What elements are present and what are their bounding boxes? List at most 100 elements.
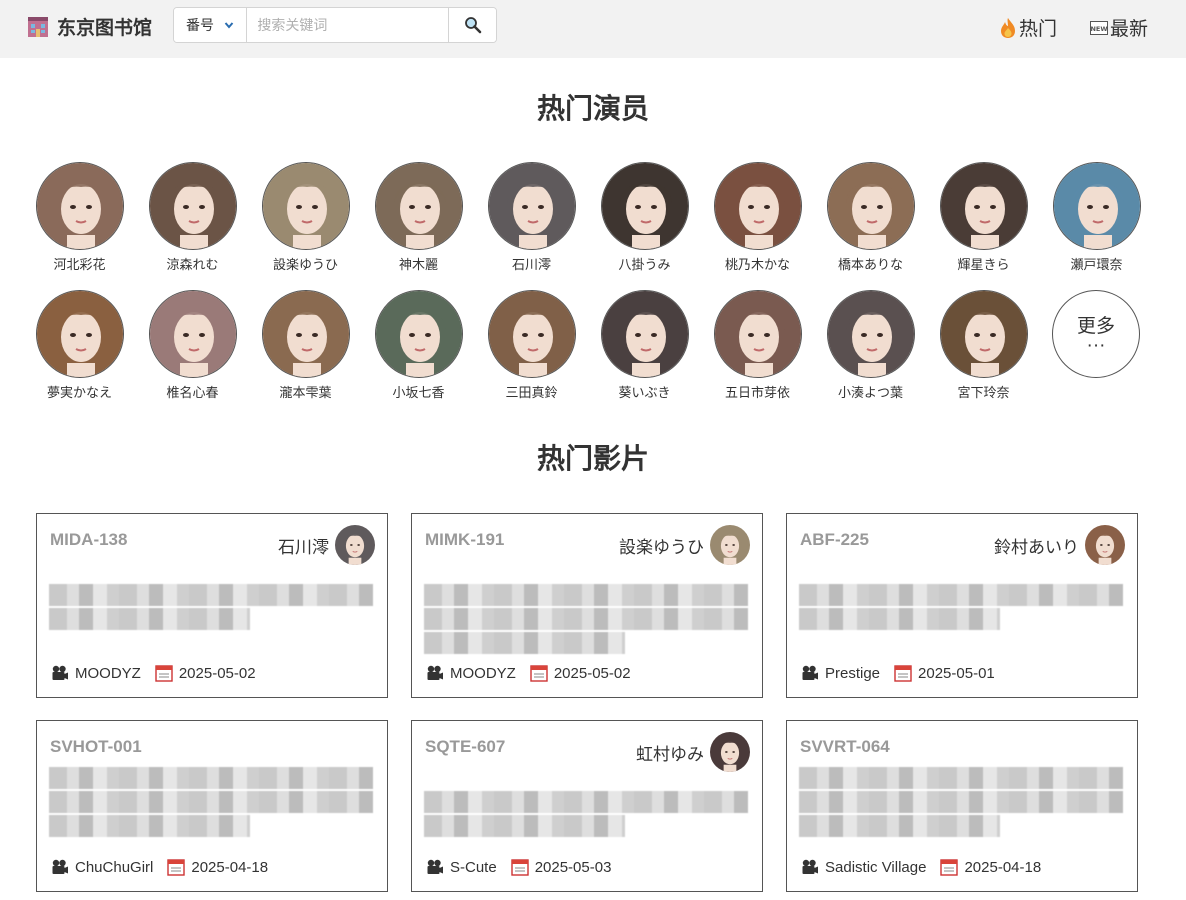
- avatar-photo: [149, 291, 236, 377]
- film-actor[interactable]: 虹村ゆみ: [636, 732, 750, 772]
- avatar: [600, 290, 689, 378]
- film-studio: ChuChuGirl: [75, 858, 154, 876]
- actor-item[interactable]: 設楽ゆうひ: [249, 162, 362, 273]
- film-title-blurred: [424, 584, 748, 656]
- actor-item[interactable]: 瀧本雫葉: [249, 290, 362, 401]
- search-button[interactable]: [448, 8, 496, 42]
- actor-item[interactable]: 神木麗: [362, 162, 475, 273]
- avatar-photo: [827, 291, 914, 377]
- film-date: 2025-05-02: [178, 664, 256, 682]
- blurred-title-line: [799, 791, 1123, 813]
- film-date: 2025-05-01: [918, 664, 995, 682]
- blurred-title-line: [799, 815, 1000, 837]
- actor-name: 夢実かなえ: [46, 385, 112, 400]
- blurred-title-line: [799, 767, 1123, 789]
- actor-name: 河北彩花: [53, 257, 106, 272]
- film-studio: Prestige: [825, 664, 881, 682]
- calendar-icon: [167, 859, 186, 876]
- film-card[interactable]: MIDA-138 石川澪 MOODYZ 2025-05-02: [36, 513, 388, 698]
- fire-icon: [1001, 17, 1015, 38]
- nav-hot-label: 热门: [1019, 19, 1058, 40]
- actor-item[interactable]: 涼森れむ: [136, 162, 249, 273]
- actor-name: 三田真鈴: [505, 385, 558, 400]
- calendar-icon: [894, 665, 912, 682]
- film-card[interactable]: MIMK-191 設楽ゆうひ MOODYZ 2025-05-02: [411, 513, 763, 698]
- actor-item[interactable]: 輝星きら: [927, 162, 1040, 273]
- avatar-photo: [36, 163, 123, 249]
- nav-latest-link[interactable]: NEW 最新: [1090, 14, 1148, 41]
- avatar-photo: [375, 291, 462, 377]
- avatar: [148, 162, 237, 250]
- film-actor[interactable]: 設楽ゆうひ: [619, 525, 750, 565]
- avatar-photo: [488, 163, 575, 249]
- film-actor-avatar: [710, 732, 750, 772]
- actor-name: 五日市芽依: [724, 385, 790, 400]
- search-bar: 番号: [173, 7, 497, 43]
- avatar: [939, 162, 1028, 250]
- avatar-photo: [940, 291, 1027, 377]
- actors-section-title: 热门演员: [536, 93, 649, 124]
- nav-hot-link[interactable]: 热门: [999, 14, 1057, 41]
- blurred-title-line: [799, 608, 1000, 630]
- film-card[interactable]: SVVRT-064 Sadistic Village 2025-04-18: [786, 720, 1138, 892]
- calendar-icon: [530, 665, 548, 682]
- actor-name: 輝星きら: [957, 257, 1010, 272]
- avatar: [261, 290, 350, 378]
- film-camera-icon: [427, 665, 443, 680]
- actor-item[interactable]: 小坂七香: [362, 290, 475, 401]
- library-icon: [28, 16, 48, 37]
- avatar: [713, 162, 802, 250]
- actor-item[interactable]: 河北彩花: [23, 162, 136, 273]
- blurred-title-line: [424, 584, 748, 606]
- film-actor[interactable]: 石川澪: [278, 525, 375, 565]
- search-type-select[interactable]: 番号: [174, 8, 248, 42]
- film-code: SQTE-607: [425, 737, 506, 756]
- blurred-title-line: [424, 632, 625, 654]
- chevron-down-icon: [225, 22, 234, 29]
- avatar: [600, 162, 689, 250]
- avatar: [35, 290, 124, 378]
- actor-item[interactable]: 瀬戸環奈: [1040, 162, 1153, 273]
- site-brand[interactable]: 东京图书馆: [27, 13, 152, 40]
- film-date: 2025-04-18: [964, 858, 1042, 876]
- actor-name: 椎名心春: [166, 385, 219, 400]
- actor-item[interactable]: 宮下玲奈: [927, 290, 1040, 401]
- film-title-blurred: [424, 791, 748, 839]
- film-meta: Prestige 2025-05-01: [801, 664, 995, 682]
- actor-name: 石川澪: [511, 257, 551, 272]
- actor-item[interactable]: 桃乃木かな: [701, 162, 814, 273]
- actor-item[interactable]: 橋本ありな: [814, 162, 927, 273]
- actor-item[interactable]: 八掛うみ: [588, 162, 701, 273]
- blurred-title-line: [799, 584, 1123, 606]
- film-meta: MOODYZ 2025-05-02: [51, 664, 256, 682]
- svg-text:NEW: NEW: [1090, 25, 1107, 33]
- actor-item[interactable]: 椎名心春: [136, 290, 249, 401]
- film-meta: S-Cute 2025-05-03: [426, 858, 611, 876]
- avatar-photo: [601, 291, 688, 377]
- film-title-blurred: [799, 584, 1123, 632]
- avatar: [374, 162, 463, 250]
- film-card[interactable]: ABF-225 鈴村あいり Prestige 2025-05-01: [786, 513, 1138, 698]
- film-actor-avatar: [1085, 525, 1125, 565]
- more-actors-button[interactable]: 更多 ···: [1052, 290, 1140, 378]
- blurred-title-line: [49, 767, 373, 789]
- actor-name: 瀧本雫葉: [279, 385, 332, 400]
- actor-item[interactable]: 五日市芽依: [701, 290, 814, 401]
- film-camera-icon: [52, 665, 68, 680]
- film-actor-name: 虹村ゆみ: [636, 744, 704, 764]
- film-code: SVHOT-001: [50, 737, 142, 756]
- actor-item[interactable]: 三田真鈴: [475, 290, 588, 401]
- search-input[interactable]: [247, 8, 449, 42]
- actor-item[interactable]: 葵いぶき: [588, 290, 701, 401]
- calendar-icon: [940, 859, 959, 876]
- actor-item[interactable]: 小湊よつ葉: [814, 290, 927, 401]
- film-actor[interactable]: 鈴村あいり: [994, 525, 1125, 565]
- film-camera-icon: [802, 859, 818, 874]
- film-card[interactable]: SVHOT-001 ChuChuGirl 2025-04-18: [36, 720, 388, 892]
- site-title: 东京图书馆: [57, 18, 153, 39]
- avatar: [1052, 162, 1141, 250]
- actor-item[interactable]: 夢実かなえ: [23, 290, 136, 401]
- actor-item[interactable]: 石川澪: [475, 162, 588, 273]
- avatar-photo: [36, 291, 123, 377]
- film-card[interactable]: SQTE-607 虹村ゆみ S-Cute 2025-05-03: [411, 720, 763, 892]
